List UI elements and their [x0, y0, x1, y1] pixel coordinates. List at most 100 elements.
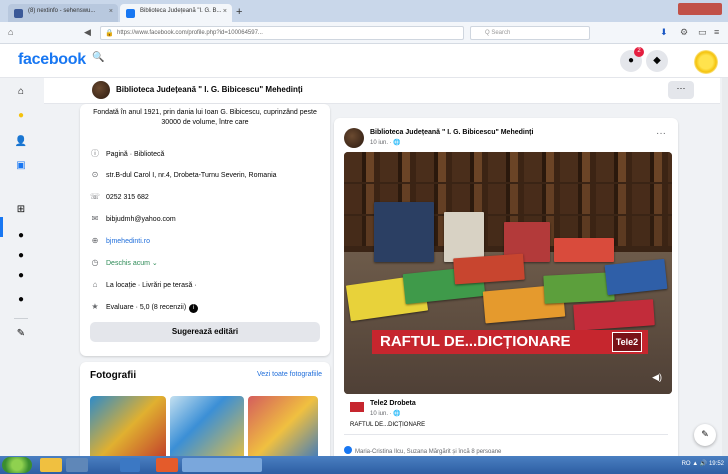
download-icon[interactable]: ⬇: [660, 27, 668, 38]
page-description: Fondată în anul 1921, prin dania lui Ioa…: [93, 109, 317, 126]
tab-title: (8) nextinfo - sehenswu...: [28, 8, 96, 14]
menu-icon[interactable]: ≡: [714, 27, 719, 37]
tab-close-icon[interactable]: ×: [109, 8, 113, 15]
video-player[interactable]: RAFTUL DE...DICȚIONARE Tele2 ◀): [344, 152, 672, 394]
phone-icon: ☏: [90, 192, 101, 201]
book-image: [554, 238, 614, 262]
tab-favicon-icon: [14, 9, 23, 18]
shortcut-2-icon[interactable]: ●: [14, 250, 28, 264]
website-link[interactable]: bjmehedinti.ro: [106, 238, 150, 245]
reactions-text: Maria-Cristina Ilcu, Suzana Mărgărit și …: [355, 449, 502, 455]
book-image: [543, 272, 615, 304]
start-button[interactable]: [2, 457, 32, 473]
post-timestamp[interactable]: 10 iun. · 🌐: [370, 139, 401, 146]
category-text: Pagină · Bibliotecă: [106, 151, 165, 158]
video-caption: RAFTUL DE...DICȚIONARE Tele2: [372, 330, 648, 354]
hours-toggle[interactable]: Deschis acum ⌄: [106, 260, 158, 267]
taskbar-app-icon[interactable]: [66, 458, 88, 472]
location-icon: ⊙: [91, 170, 99, 179]
shortcut-4-icon[interactable]: ●: [14, 294, 28, 308]
taskbar-active-window[interactable]: [182, 458, 262, 472]
email-text[interactable]: bibjudmh@yahoo.com: [106, 216, 176, 223]
friends-nav-icon[interactable]: 👤: [14, 136, 28, 150]
messenger-button[interactable]: ◆: [646, 50, 668, 72]
browser-tab-bar: (8) nextinfo - sehenswu... × Biblioteca …: [0, 0, 728, 22]
photo-thumbnail[interactable]: [248, 396, 318, 462]
facebook-logo[interactable]: facebook: [18, 51, 86, 69]
shortcut-1-icon[interactable]: ●: [14, 230, 28, 244]
notification-badge: 2: [634, 47, 644, 57]
profile-avatar[interactable]: [694, 50, 718, 74]
apps-grid-icon[interactable]: ⊞: [14, 204, 28, 218]
book-image: [453, 253, 525, 285]
tele2-small-logo: [350, 402, 364, 412]
taskbar-firefox-icon[interactable]: [156, 458, 178, 472]
new-message-button[interactable]: ✎: [694, 424, 716, 446]
edit-icon: ✎: [701, 429, 709, 439]
book-image: [604, 258, 668, 296]
star-icon: ★: [91, 302, 99, 311]
page-scrollbar[interactable]: [722, 78, 728, 456]
photo-thumbnail[interactable]: [170, 396, 244, 462]
tele2-logo: Tele2: [612, 332, 642, 352]
notifications-button[interactable]: ● 2: [620, 47, 644, 72]
fb-search-icon[interactable]: 🔍: [92, 52, 104, 63]
back-icon[interactable]: ◀: [84, 27, 91, 38]
globe-icon: ⊕: [91, 236, 99, 245]
volume-icon[interactable]: ◀): [652, 372, 662, 383]
taskbar-app-icon[interactable]: [120, 458, 140, 472]
phone-text: 0252 315 682: [106, 194, 149, 201]
tab-close-icon[interactable]: ×: [223, 8, 227, 15]
bell-icon: ●: [627, 55, 635, 66]
post-card: Biblioteca Județeană " I. G. Bibicescu" …: [334, 118, 678, 462]
facebook-top-bar: facebook 🔍 ● 2 ◆: [0, 44, 728, 78]
address-bar[interactable]: 🔒 https://www.facebook.com/profile.php?i…: [100, 26, 464, 40]
hours-row: ◷ Deschis acum ⌄: [90, 258, 158, 272]
shortcut-3-icon[interactable]: ●: [14, 270, 28, 284]
post-author-avatar[interactable]: [344, 128, 364, 148]
shared-from-name[interactable]: Tele2 Drobeta: [370, 400, 416, 407]
profile-nav-icon[interactable]: ●: [14, 110, 28, 124]
browser-tab-active[interactable]: Biblioteca Județeană "I. G. B... ×: [120, 4, 232, 22]
library-icon[interactable]: ▭: [698, 27, 707, 38]
post-author[interactable]: Biblioteca Județeană " I. G. Bibicescu" …: [370, 129, 533, 136]
book-image: [374, 202, 434, 262]
page-avatar[interactable]: [92, 81, 110, 99]
extensions-icon[interactable]: ⚙: [680, 27, 688, 38]
windows-taskbar: RO ▲ 🔊 19:52: [0, 456, 728, 474]
rail-divider: [14, 318, 28, 319]
services-row: ⌂ La locație · Livrări pe terasă ·: [90, 280, 197, 294]
window-controls[interactable]: [678, 3, 722, 15]
browser-tab-other[interactable]: (8) nextinfo - sehenswu... ×: [8, 4, 118, 22]
email-icon: ✉: [91, 214, 99, 223]
info-icon: ⓘ: [91, 149, 99, 158]
messenger-icon: ◆: [653, 55, 661, 66]
phone-row: ☏ 0252 315 682: [90, 192, 149, 206]
clock-icon: ◷: [91, 258, 99, 267]
photo-thumbnail[interactable]: [90, 396, 166, 462]
reactions-summary[interactable]: Maria-Cristina Ilcu, Suzana Mărgărit și …: [344, 446, 501, 455]
search-placeholder: Q Search: [485, 30, 511, 36]
tab-title: Biblioteca Județeană "I. G. B...: [140, 8, 222, 14]
suggest-edits-button[interactable]: Sugerează editări: [90, 322, 320, 342]
new-tab-icon[interactable]: +: [236, 6, 242, 18]
home-icon[interactable]: ⌂: [8, 27, 13, 37]
groups-nav-icon[interactable]: ▣: [14, 160, 28, 174]
post-options-icon[interactable]: ···: [656, 128, 666, 139]
taskbar-explorer-icon[interactable]: [40, 458, 62, 472]
browser-search-box[interactable]: Q Search: [470, 26, 590, 40]
active-indicator: [0, 217, 3, 237]
rating-row: ★ Evaluare · 5,0 (8 recenzii) i: [90, 302, 199, 316]
more-options-button[interactable]: ···: [668, 81, 694, 99]
home-nav-icon[interactable]: ⌂: [14, 86, 28, 100]
rating-text[interactable]: Evaluare · 5,0 (8 recenzii): [106, 304, 186, 311]
edit-shortcuts-icon[interactable]: ✎: [14, 328, 28, 342]
intro-card: Fondată în anul 1921, prin dania lui Ioa…: [80, 104, 330, 356]
system-tray[interactable]: RO ▲ 🔊 19:52: [682, 460, 724, 467]
book-image: [444, 212, 484, 262]
website-row: ⊕ bjmehedinti.ro: [90, 236, 150, 250]
page-header: Biblioteca Județeană " I. G. Bibicescu" …: [44, 78, 720, 104]
rating-info-icon[interactable]: i: [189, 304, 199, 313]
see-all-photos-link[interactable]: Vezi toate fotografiile: [257, 371, 322, 378]
page-name[interactable]: Biblioteca Județeană " I. G. Bibicescu" …: [116, 85, 303, 94]
